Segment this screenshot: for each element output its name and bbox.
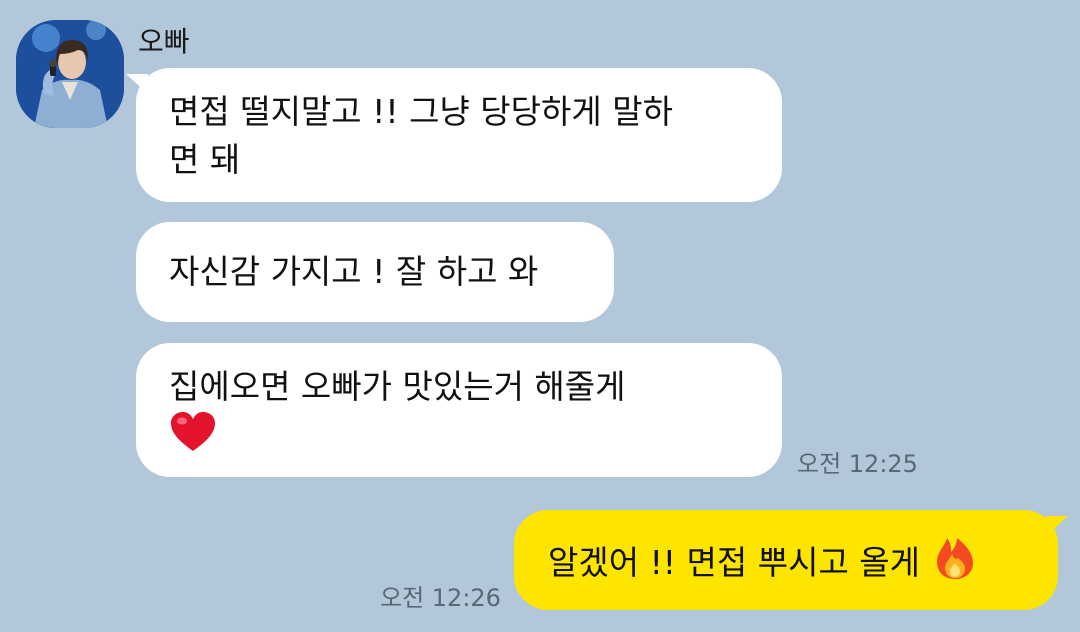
message-text-line: 면 돼 [169, 140, 241, 179]
message-timestamp: 오전 12:25 [797, 450, 918, 478]
fire-icon [935, 536, 975, 593]
sender-name: 오빠 [138, 25, 190, 58]
bubble-tail [1046, 516, 1068, 536]
message-text-line: 집에오면 오빠가 맛있는거 해줄게 [169, 367, 626, 406]
message-text-line: 알겠어 !! 면접 뿌시고 올게 [548, 543, 921, 582]
message-bubble-incoming[interactable]: 자신감 가지고 ! 잘 하고 와 [136, 222, 614, 322]
bubble-tail [126, 74, 148, 94]
red-heart-icon [169, 411, 217, 466]
message-text-line: 면접 떨지말고 !! 그냥 당당하게 말하 [169, 92, 673, 131]
message-bubble-incoming[interactable]: 면접 떨지말고 !! 그냥 당당하게 말하 면 돼 [126, 68, 782, 202]
message-bubble-outgoing[interactable]: 알겠어 !! 면접 뿌시고 올게 [514, 510, 1068, 610]
message-bubble-incoming[interactable]: 집에오면 오빠가 맛있는거 해줄게 [136, 343, 782, 477]
sender-avatar[interactable] [16, 20, 124, 128]
message-text-line: 자신감 가지고 ! 잘 하고 와 [169, 252, 539, 291]
message-timestamp: 오전 12:26 [380, 584, 501, 612]
